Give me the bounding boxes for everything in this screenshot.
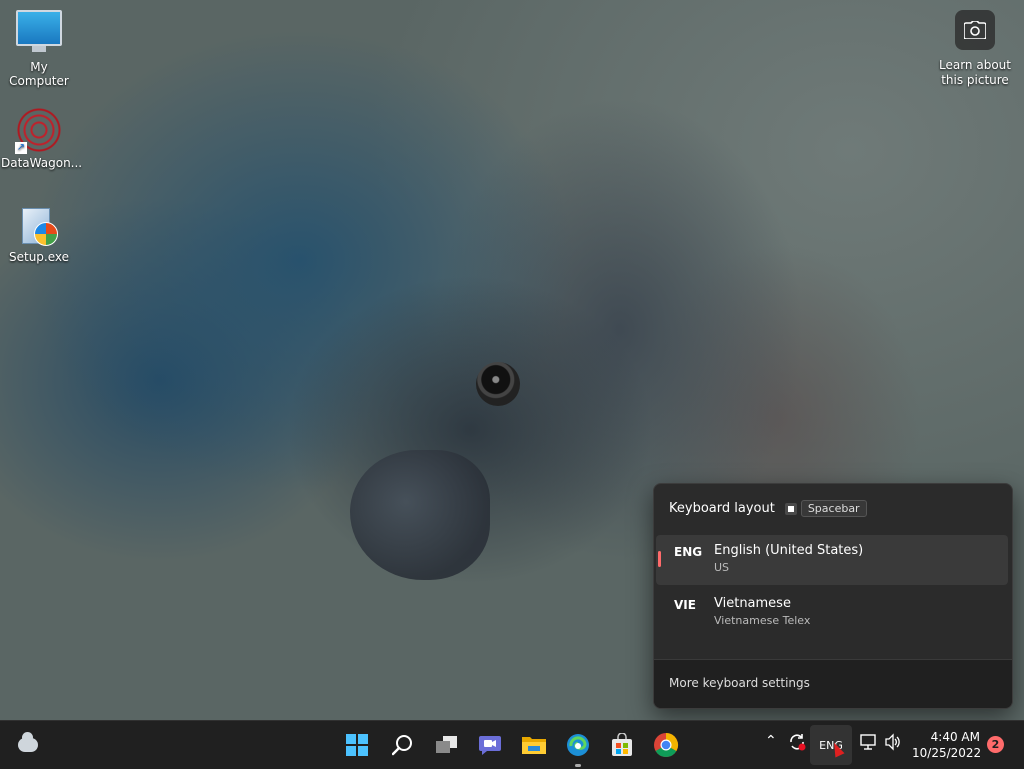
spacebar-key: Spacebar bbox=[800, 500, 867, 517]
notification-badge[interactable]: 2 bbox=[987, 736, 1004, 753]
language-layout: Vietnamese Telex bbox=[714, 614, 811, 627]
weather-widget-button[interactable] bbox=[12, 729, 44, 761]
setup-installer-icon bbox=[20, 204, 58, 246]
desktop-icon-my-computer[interactable]: My Computer bbox=[1, 10, 77, 88]
search-button[interactable] bbox=[387, 729, 419, 761]
selected-indicator bbox=[658, 551, 661, 567]
desktop-icon-label: Setup.exe bbox=[8, 250, 70, 264]
teams-chat-icon bbox=[479, 736, 501, 755]
task-view-button[interactable] bbox=[431, 729, 463, 761]
show-hidden-icons-button[interactable]: ⌃ bbox=[765, 733, 777, 749]
speaker-icon bbox=[885, 733, 900, 751]
keyboard-layout-flyout: Keyboard layout Spacebar ENG English (Un… bbox=[653, 483, 1013, 709]
more-keyboard-settings-label: More keyboard settings bbox=[669, 676, 810, 690]
language-code: VIE bbox=[674, 598, 696, 612]
language-code: ENG bbox=[674, 545, 703, 559]
clock-time: 4:40 AM bbox=[930, 730, 980, 744]
more-keyboard-settings-link[interactable]: More keyboard settings bbox=[654, 659, 1012, 708]
task-view-icon bbox=[436, 736, 457, 753]
learn-about-picture[interactable]: Learn about this picture bbox=[936, 10, 1014, 88]
chevron-up-icon: ⌃ bbox=[765, 733, 777, 749]
windows-key-icon bbox=[784, 502, 797, 515]
desktop-icon-datawagon[interactable]: ↗ DataWagon... bbox=[1, 108, 83, 170]
folder-icon bbox=[522, 737, 546, 754]
running-indicator bbox=[575, 764, 581, 767]
desktop-icon-label: DataWagon... bbox=[1, 156, 83, 170]
edge-browser-button[interactable] bbox=[562, 729, 594, 767]
file-explorer-button[interactable] bbox=[518, 729, 550, 761]
computer-icon bbox=[16, 10, 62, 52]
shortcut-arrow-icon: ↗ bbox=[15, 142, 27, 154]
microsoft-store-button[interactable] bbox=[606, 729, 638, 761]
edge-icon bbox=[567, 734, 589, 756]
datawagon-icon: ↗ bbox=[15, 108, 61, 154]
language-option-vie[interactable]: VIE Vietnamese Vietnamese Telex bbox=[656, 588, 1008, 638]
start-button[interactable] bbox=[341, 729, 373, 761]
camera-icon bbox=[955, 10, 995, 50]
learn-about-label: Learn about this picture bbox=[939, 58, 1011, 87]
flyout-title: Keyboard layout bbox=[669, 501, 775, 516]
chrome-icon bbox=[654, 733, 679, 758]
sync-icon bbox=[790, 734, 806, 751]
network-icon bbox=[860, 734, 876, 750]
search-icon bbox=[392, 735, 412, 756]
chat-button[interactable] bbox=[474, 729, 506, 761]
cloud-icon bbox=[18, 732, 38, 752]
language-option-eng[interactable]: ENG English (United States) US bbox=[656, 535, 1008, 585]
language-layout: US bbox=[714, 561, 730, 574]
desktop-icon-label: My Computer bbox=[9, 60, 69, 88]
chrome-browser-button[interactable] bbox=[650, 729, 682, 761]
windows-logo-icon bbox=[346, 734, 368, 756]
clock-date: 10/25/2022 bbox=[912, 746, 982, 760]
wallpaper-beak bbox=[350, 450, 490, 580]
language-name: English (United States) bbox=[714, 543, 864, 558]
clock-button[interactable]: 4:40 AM 10/25/2022 bbox=[912, 729, 982, 761]
desktop-icon-setup[interactable]: Setup.exe bbox=[1, 204, 77, 264]
wallpaper-eye bbox=[476, 362, 520, 406]
volume-button[interactable] bbox=[884, 733, 902, 754]
sync-status-button[interactable] bbox=[788, 733, 806, 754]
flyout-header: Keyboard layout Spacebar bbox=[669, 500, 867, 517]
language-name: Vietnamese bbox=[714, 596, 791, 611]
taskbar: ⌃ ENG 4:40 AM 10/25/2022 2 bbox=[0, 720, 1024, 769]
network-button[interactable] bbox=[860, 733, 878, 754]
store-icon bbox=[612, 733, 632, 756]
